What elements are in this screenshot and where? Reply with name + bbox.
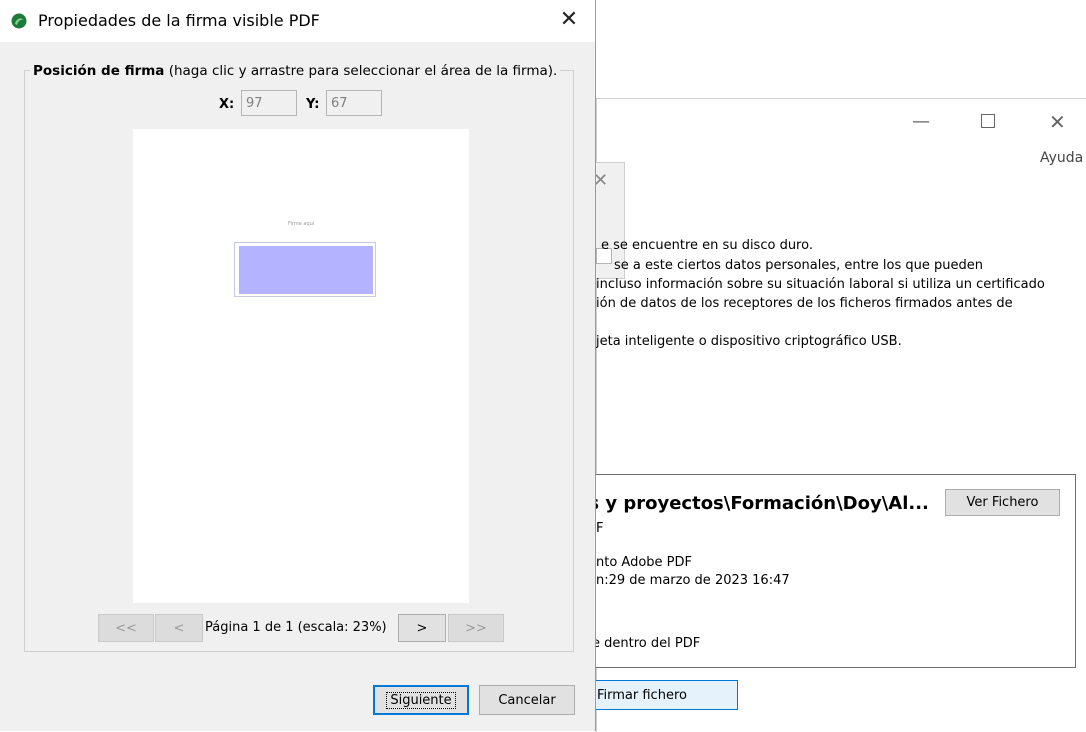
app-icon <box>11 13 27 29</box>
pdf-page-preview[interactable] <box>133 129 469 603</box>
next-page-button[interactable]: > <box>398 614 446 642</box>
sign-file-button[interactable]: Firmar fichero <box>584 680 738 710</box>
file-type: nto Adobe PDF <box>596 555 693 570</box>
dialog-title: Propiedades de la firma visible PDF <box>38 11 320 30</box>
signature-position-legend: Posición de firma (haga clic y arrastre … <box>30 63 561 79</box>
minimize-icon[interactable]: — <box>912 112 930 132</box>
legend-title: Posición de firma <box>33 63 165 79</box>
first-page-button[interactable]: << <box>98 614 154 642</box>
close-icon[interactable]: ✕ <box>555 6 583 34</box>
x-label: X: <box>219 97 235 112</box>
maximize-icon[interactable] <box>981 114 995 128</box>
file-date: n:29 de marzo de 2023 16:47 <box>596 573 790 588</box>
prev-page-button[interactable]: < <box>155 614 203 642</box>
description-line: incluso información sobre su situación l… <box>596 277 1045 292</box>
file-signature-info: e dentro del PDF <box>592 636 701 651</box>
signature-area[interactable] <box>239 246 373 294</box>
title-bar: Propiedades de la firma visible PDF ✕ <box>0 0 595 42</box>
y-label: Y: <box>306 97 320 112</box>
next-button[interactable]: Siguiente <box>373 685 469 715</box>
sign-here-label: Firme aquí <box>288 221 315 227</box>
file-path: os y proyectos\Formación\Doy\Al... <box>576 493 929 514</box>
menu-help[interactable]: Ayuda <box>1040 150 1083 166</box>
page-info: Página 1 de 1 (escala: 23%) <box>205 620 387 635</box>
view-file-button[interactable]: Ver Fichero <box>945 489 1060 516</box>
description-line: jeta inteligente o dispositivo criptográ… <box>596 334 902 349</box>
description-line: ión de datos de los receptores de los fi… <box>596 296 1013 311</box>
last-page-button[interactable]: >> <box>448 614 504 642</box>
description-line: e se encuentre en su disco duro. <box>601 238 813 253</box>
signature-properties-dialog: Propiedades de la firma visible PDF ✕ Po… <box>0 0 596 731</box>
x-field[interactable] <box>241 90 297 116</box>
file-type-fragment: F <box>596 521 604 536</box>
close-icon[interactable]: ✕ <box>1049 112 1066 132</box>
next-button-label: Siguiente <box>386 691 456 709</box>
legend-hint: (haga clic y arrastre para seleccionar e… <box>164 63 558 79</box>
cancel-button[interactable]: Cancelar <box>479 685 575 715</box>
y-field[interactable] <box>326 90 382 116</box>
description-line: se a este ciertos datos personales, entr… <box>614 258 984 273</box>
